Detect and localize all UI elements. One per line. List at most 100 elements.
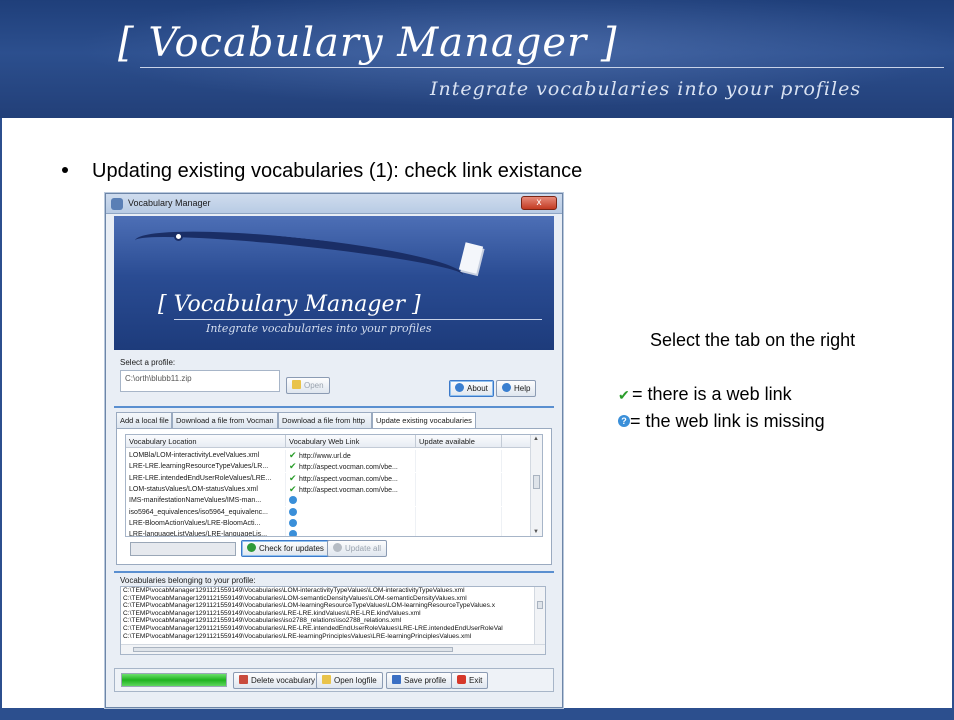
scroll-thumb[interactable] — [533, 475, 540, 489]
cell-update-available — [416, 517, 502, 529]
info-icon: ? — [618, 415, 630, 428]
about-button[interactable]: About — [449, 380, 494, 397]
tab-add-local-file[interactable]: Add a local file — [116, 412, 172, 428]
open-button[interactable]: Open — [286, 377, 330, 394]
save-icon — [392, 675, 401, 685]
swoosh-graphic — [132, 220, 466, 296]
web-link-text: http://www.url.de — [299, 453, 351, 460]
banner-subtitle: Integrate vocabularies into your profile… — [206, 322, 432, 335]
scroll-down-icon[interactable]: ▼ — [533, 529, 539, 535]
slide-bullet: Updating existing vocabularies (1): chec… — [62, 160, 582, 183]
cell-update-available — [416, 506, 502, 518]
list-item[interactable]: C:\TEMP\vocabManager1291121559149\Vocabu… — [121, 633, 545, 641]
app-banner: [ Vocabulary Manager ] Integrate vocabul… — [114, 216, 554, 350]
about-label: About — [467, 384, 488, 393]
list-item[interactable]: C:\TEMP\vocabManager1291121559149\Vocabu… — [121, 610, 545, 618]
open-logfile-button[interactable]: Open logfile — [316, 672, 383, 689]
brand-underline — [140, 67, 944, 68]
scroll-thumb[interactable] — [133, 647, 453, 652]
cell-location: LRE-BloomActionValues/LRE-BloomActi... — [126, 517, 286, 529]
table-row[interactable]: LRE-BloomActionValues/LRE-BloomActi... — [126, 517, 530, 529]
table-row[interactable]: LRE-LRE.learningResourceTypeValues/LR...… — [126, 461, 530, 473]
update-all-icon — [333, 543, 342, 553]
profile-vocabulary-list[interactable]: C:\TEMP\vocabManager1291121559149\Vocabu… — [120, 586, 546, 655]
list-item[interactable]: C:\TEMP\vocabManager1291121559149\Vocabu… — [121, 602, 545, 610]
update-tab-panel: Vocabulary Location Vocabulary Web Link … — [116, 428, 552, 565]
check-icon: ✔ — [289, 450, 300, 460]
check-icon: ✔ — [289, 483, 300, 494]
exit-label: Exit — [469, 676, 483, 685]
cell-update-available — [416, 529, 502, 536]
delete-vocabulary-button[interactable]: Delete vocabulary — [233, 672, 322, 689]
cell-update-available — [416, 461, 502, 473]
cell-web-link — [286, 517, 416, 529]
web-link-text: http://aspect.vocman.com/vbe... — [299, 464, 398, 472]
update-all-button[interactable]: Update all — [327, 540, 388, 557]
check-updates-row: Check for updates Update all — [125, 540, 545, 558]
delete-icon — [239, 675, 248, 685]
list-vertical-scrollbar[interactable] — [534, 587, 545, 645]
cell-web-link: ✔ http://aspect.vocman.com/vbe... — [286, 461, 416, 473]
cell-location: LOMBla/LOM-interactivityLevelValues.xml — [126, 450, 286, 461]
slide-brand-subtitle: Integrate vocabularies into your profile… — [430, 78, 862, 100]
cell-web-link: ✔ http://www.url.de — [286, 450, 416, 461]
list-item[interactable]: C:\TEMP\vocabManager1291121559149\Vocabu… — [121, 625, 545, 633]
side-note: Select the tab on the right — [650, 330, 856, 350]
table-row[interactable]: LOM-statusValues/LOM-statusValues.xml ✔ h… — [126, 483, 530, 495]
info-icon — [289, 530, 297, 536]
progress-fill — [122, 674, 226, 686]
help-label: Help — [514, 384, 531, 393]
check-icon: ✔ — [618, 387, 630, 403]
close-button[interactable]: x — [521, 196, 557, 210]
slide-footer — [0, 708, 954, 720]
table-scrollbar[interactable]: ▲ ▼ — [530, 435, 542, 536]
scroll-thumb[interactable] — [537, 601, 543, 609]
check-for-updates-button[interactable]: Check for updates — [241, 540, 330, 557]
cell-web-link: ✔ http://aspect.vocman.com/vbe... — [286, 483, 416, 495]
tab-download-http[interactable]: Download a file from http — [278, 412, 372, 428]
cell-web-link — [286, 506, 416, 518]
table-row[interactable]: LRE-languageListValues/LRE-languageLis..… — [126, 529, 530, 536]
check-icon: ✔ — [289, 461, 300, 472]
slide-header: [ Vocabulary Manager ] Integrate vocabul… — [0, 0, 954, 118]
scroll-up-icon[interactable]: ▲ — [533, 436, 539, 442]
table-row[interactable]: iso5964_equivalences/iso5964_equivalenc.… — [126, 506, 530, 518]
cell-location: IMS-manifestationNameValues/IMS-man... — [126, 495, 286, 507]
help-icon — [502, 383, 511, 393]
web-link-text: http://aspect.vocman.com/vbe... — [299, 486, 398, 494]
app-window: Vocabulary Manager x [ Vocabulary Manage… — [105, 193, 563, 708]
column-header-location[interactable]: Vocabulary Location — [126, 435, 286, 448]
profile-path-field[interactable]: C:\orth\blubb11.zip — [120, 370, 280, 392]
help-button[interactable]: Help — [496, 380, 537, 397]
cell-location: iso5964_equivalences/iso5964_equivalenc.… — [126, 506, 286, 518]
list-item[interactable]: C:\TEMP\vocabManager1291121559149\Vocabu… — [121, 617, 545, 625]
save-profile-button[interactable]: Save profile — [386, 672, 453, 689]
tab-update-existing[interactable]: Update existing vocabularies — [372, 412, 476, 429]
cell-location: LRE-LRE.learningResourceTypeValues/LR... — [126, 461, 286, 473]
list-item[interactable]: C:\TEMP\vocabManager1291121559149\Vocabu… — [121, 587, 545, 595]
bullet-dot-icon — [62, 166, 68, 173]
profile-label: Select a profile: — [120, 358, 176, 367]
table-row[interactable]: IMS-manifestationNameValues/IMS-man... — [126, 495, 530, 507]
banner-title: [ Vocabulary Manager ] — [158, 292, 421, 317]
check-icon: ✔ — [289, 472, 300, 483]
info-icon — [455, 383, 464, 393]
paper-graphic — [458, 242, 484, 274]
table-header: Vocabulary Location Vocabulary Web Link … — [126, 435, 542, 448]
table-row[interactable]: LOMBla/LOM-interactivityLevelValues.xml ✔… — [126, 450, 530, 461]
list-horizontal-scrollbar[interactable] — [121, 644, 545, 654]
web-link-text: http://aspect.vocman.com/vbe... — [299, 475, 398, 483]
cell-location: LRE-LRE.intendedEndUserRoleValues/LRE... — [126, 472, 286, 484]
column-header-update[interactable]: Update available — [416, 435, 502, 448]
table-row[interactable]: LRE-LRE.intendedEndUserRoleValues/LRE...… — [126, 472, 530, 484]
legend-web-link: ✔ = there is a web link — [618, 384, 792, 405]
exit-button[interactable]: Exit — [451, 672, 489, 689]
legend-link-missing: ? = the web link is missing — [618, 411, 825, 432]
ball-graphic — [174, 232, 183, 241]
tab-download-vocman[interactable]: Download a file from Vocman — [172, 412, 278, 428]
column-header-web-link[interactable]: Vocabulary Web Link — [286, 435, 416, 448]
list-item[interactable]: C:\TEMP\vocabManager1291121559149\Vocabu… — [121, 595, 545, 603]
open-label: Open — [304, 381, 324, 390]
window-titlebar[interactable]: Vocabulary Manager x — [106, 194, 562, 214]
check-updates-label: Check for updates — [259, 544, 324, 553]
